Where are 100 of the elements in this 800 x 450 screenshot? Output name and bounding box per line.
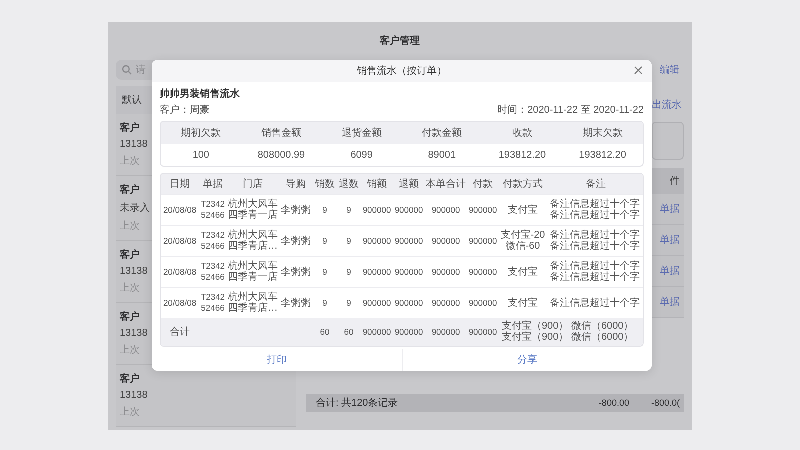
cell-text: 9 <box>346 298 352 308</box>
cell-text: 900000 <box>394 298 424 308</box>
document-link[interactable]: 单据 <box>660 295 680 309</box>
cell-text: 杭州大风车 <box>227 261 279 272</box>
cell-text: 52466 <box>200 303 226 314</box>
cell-text: 备注信息超过十个字 <box>550 199 641 210</box>
customer-phone: 13138 <box>120 266 148 277</box>
action-button[interactable]: 打印 <box>152 349 402 371</box>
cell-text: 9 <box>346 236 352 246</box>
cell-text: 9 <box>322 266 328 278</box>
cell-text: T2342 <box>200 292 226 303</box>
search-icon <box>122 65 132 75</box>
cell-text: 四季青店… <box>227 241 279 252</box>
cell-text: 备注信息超过十个字 <box>550 272 641 283</box>
cell-text: 李粥粥 <box>280 266 312 278</box>
info-card <box>652 122 684 160</box>
customer-label: 客户：周豪 <box>160 104 210 117</box>
customer-phone: 未录入 <box>120 202 150 215</box>
customer-phone: 13138 <box>120 328 148 339</box>
column-header: 备注 <box>586 179 606 190</box>
cell-text: 900000 <box>362 266 392 278</box>
cell-text: 9 <box>346 266 352 278</box>
summary-value: 193812.20 <box>498 150 546 160</box>
customer-name: 客户 <box>120 372 140 386</box>
cell-text: 900000 <box>430 326 462 338</box>
column-header: 退数 <box>339 179 359 190</box>
column-header: 门店 <box>243 179 263 190</box>
column-header: 日期 <box>170 179 190 190</box>
dialog-title: 销售流水（按订单） <box>357 64 447 78</box>
cell-text: 杭州大风车 <box>227 292 279 303</box>
table-header: 件 <box>670 175 680 188</box>
column-header: 本单合计 <box>426 179 466 190</box>
cell-text: 900000 <box>394 236 424 246</box>
cell-text: 杭州大风车 <box>227 199 279 210</box>
flow-link[interactable]: 出流水 <box>650 86 684 122</box>
column-header: 付款方式 <box>503 179 543 190</box>
column-header: 期末欠款 <box>582 126 623 140</box>
cell-text: 900000 <box>430 236 462 246</box>
summary-value: 808000.99 <box>258 150 306 160</box>
customer-name: 客户 <box>120 121 140 135</box>
cell-text: T2342 <box>200 199 226 210</box>
document-link[interactable]: 单据 <box>660 202 680 216</box>
column-header: 销售金额 <box>261 126 302 140</box>
cell-text: 支付宝 <box>507 298 539 308</box>
total-amount: -800.00 <box>598 398 630 408</box>
document-link[interactable]: 单据 <box>660 264 680 278</box>
cell-text: 四季青店… <box>227 303 279 314</box>
cell-text: 900000 <box>394 204 424 216</box>
close-button[interactable] <box>633 65 644 76</box>
customer-name: 客户 <box>120 183 140 197</box>
tab[interactable]: 默认 <box>122 93 142 107</box>
column-header: 退货金额 <box>342 126 382 140</box>
summary-value: 193812.20 <box>579 150 626 160</box>
cell-text: 900000 <box>468 204 498 216</box>
edit-link[interactable]: 编辑 <box>660 63 684 77</box>
cell-text: 四季青一店 <box>227 272 279 283</box>
cell-text: 备注信息超过十个字 <box>550 241 641 252</box>
cell-text: 9 <box>322 236 328 246</box>
cell-text: 杭州大风车 <box>227 230 279 241</box>
cell-text: 900000 <box>394 266 424 278</box>
total-label: 合计 <box>169 326 191 338</box>
action-button[interactable]: 分享 <box>402 349 652 371</box>
cell-text: 20/08/08 <box>162 236 198 246</box>
cell-text: 900000 <box>430 298 462 308</box>
cell-text: 9 <box>322 298 328 308</box>
cell-text: 900000 <box>362 236 392 246</box>
cell-text: 900000 <box>468 298 498 308</box>
summary-value: 6099 <box>350 150 373 160</box>
cell-text: 四季青一店 <box>227 210 279 221</box>
summary-value: 100 <box>192 150 210 160</box>
cell-text: 备注信息超过十个字 <box>550 261 641 272</box>
total-amount: -800.0( <box>651 398 680 408</box>
cell-text: 支付宝 <box>507 204 539 216</box>
page-title: 客户管理 <box>380 34 420 48</box>
cell-text: 备注信息超过十个字 <box>550 298 641 308</box>
column-header: 付款 <box>473 179 493 190</box>
cell-text: T2342 <box>200 261 226 272</box>
cell-text: 900000 <box>362 204 392 216</box>
record-count: 合计: 共120条记录 <box>316 396 398 410</box>
column-header: 付款金额 <box>422 126 462 140</box>
column-header: 退额 <box>399 179 419 190</box>
cell-text: 900000 <box>394 326 424 338</box>
cell-text: 备注信息超过十个字 <box>550 230 641 241</box>
column-header: 销额 <box>367 179 387 190</box>
cell-text: 20/08/08 <box>162 266 198 278</box>
cell-text: 李粥粥 <box>280 204 312 216</box>
summary-value: 89001 <box>428 150 456 160</box>
cell-text: 52466 <box>200 241 226 252</box>
report-title: 帅帅男装销售流水 <box>160 87 240 101</box>
column-header: 期初欠款 <box>181 126 222 140</box>
cell-text: 20/08/08 <box>162 204 198 216</box>
customer-name: 客户 <box>120 248 140 262</box>
customer-phone: 13138 <box>120 139 148 150</box>
cell-text: 备注信息超过十个字 <box>550 210 641 221</box>
cell-text: 900000 <box>362 298 392 308</box>
cell-text: 900000 <box>468 236 498 246</box>
document-link[interactable]: 单据 <box>660 233 680 247</box>
cell-text: 60 <box>343 326 355 338</box>
cell-text: 支付宝-20 <box>500 230 546 241</box>
cell-text: 52466 <box>200 210 226 221</box>
